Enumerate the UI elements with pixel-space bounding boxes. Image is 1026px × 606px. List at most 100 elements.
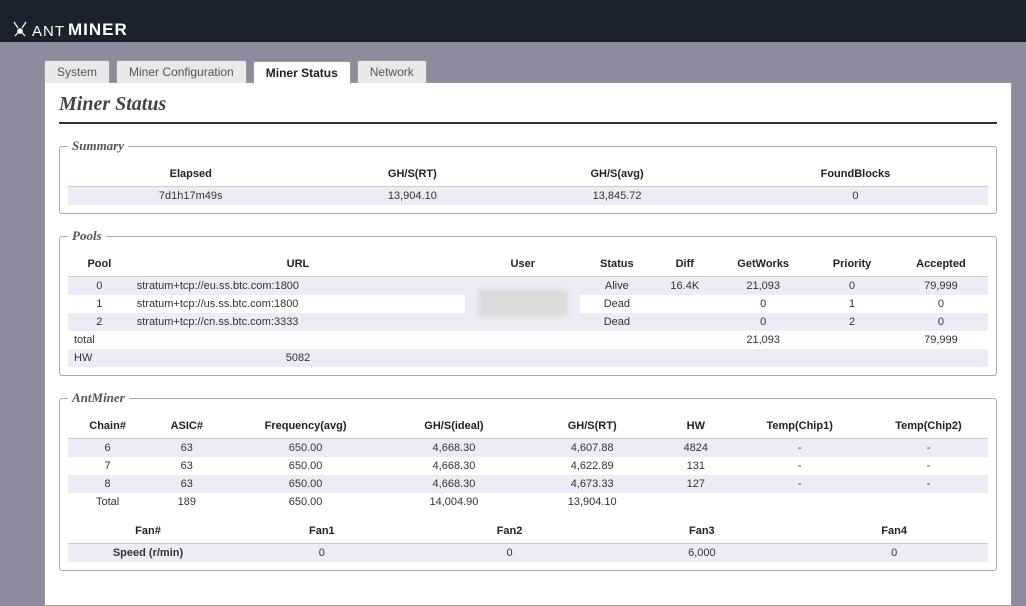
tab-network[interactable]: Network bbox=[357, 60, 427, 83]
th-diff: Diff bbox=[653, 252, 716, 277]
th: HW bbox=[661, 414, 730, 439]
cell bbox=[465, 349, 580, 367]
cell: 0 bbox=[810, 277, 894, 296]
cell: 7 bbox=[68, 457, 147, 475]
th-foundblocks: FoundBlocks bbox=[723, 162, 988, 187]
th-user: User bbox=[465, 252, 580, 277]
fans-table: Fan# Fan1 Fan2 Fan3 Fan4 Speed (r/min) 0… bbox=[68, 519, 988, 562]
cell: stratum+tcp://cn.ss.btc.com:3333 bbox=[131, 313, 466, 331]
th-getworks: GetWorks bbox=[716, 252, 810, 277]
cell-user-redacted bbox=[465, 277, 580, 332]
cell: 16.4K bbox=[653, 277, 716, 296]
antminer-section: AntMiner Chain# ASIC# Frequency(avg) GH/… bbox=[59, 390, 997, 571]
cell: 4,668.30 bbox=[385, 439, 523, 458]
cell: 650.00 bbox=[226, 439, 384, 458]
ant-icon bbox=[10, 20, 30, 38]
cell-foundblocks: 0 bbox=[723, 187, 988, 206]
cell: Speed (r/min) bbox=[68, 544, 228, 563]
summary-legend: Summary bbox=[68, 138, 128, 154]
table-row: Speed (r/min) 0 0 6,000 0 bbox=[68, 544, 988, 563]
cell: stratum+tcp://eu.ss.btc.com:1800 bbox=[131, 277, 466, 296]
th-ghs-avg: GH/S(avg) bbox=[511, 162, 723, 187]
cell: 0 bbox=[716, 295, 810, 313]
cell: - bbox=[730, 457, 869, 475]
cell: 2 bbox=[810, 313, 894, 331]
th-pool: Pool bbox=[68, 252, 131, 277]
th: GH/S(ideal) bbox=[385, 414, 523, 439]
cell: 1 bbox=[68, 295, 131, 313]
cell: 0 bbox=[894, 295, 988, 313]
cell: - bbox=[869, 439, 988, 458]
cell: 4,607.88 bbox=[523, 439, 661, 458]
pools-table: Pool URL User Status Diff GetWorks Prior… bbox=[68, 252, 988, 367]
chains-table: Chain# ASIC# Frequency(avg) GH/S(ideal) … bbox=[68, 414, 988, 511]
cell: 6,000 bbox=[603, 544, 800, 563]
cell: 8 bbox=[68, 475, 147, 493]
cell: 63 bbox=[147, 475, 226, 493]
cell: 189 bbox=[147, 493, 226, 511]
th: Fan2 bbox=[416, 519, 604, 544]
cell bbox=[131, 331, 466, 349]
tab-miner-status[interactable]: Miner Status bbox=[253, 61, 351, 84]
cell: 0 bbox=[716, 313, 810, 331]
tab-miner-configuration[interactable]: Miner Configuration bbox=[116, 60, 247, 83]
cell bbox=[716, 349, 810, 367]
cell: Dead bbox=[580, 295, 653, 313]
cell: 14,004.90 bbox=[385, 493, 523, 511]
cell: 4,668.30 bbox=[385, 475, 523, 493]
cell: 79,999 bbox=[894, 277, 988, 296]
cell: - bbox=[730, 475, 869, 493]
th: GH/S(RT) bbox=[523, 414, 661, 439]
cell bbox=[653, 295, 716, 313]
cell: - bbox=[730, 439, 869, 458]
summary-section: Summary Elapsed GH/S(RT) GH/S(avg) Found… bbox=[59, 138, 997, 214]
th-ghs-rt: GH/S(RT) bbox=[313, 162, 511, 187]
cell bbox=[730, 493, 869, 511]
brand-text-1: ANT bbox=[32, 23, 65, 40]
th: Frequency(avg) bbox=[226, 414, 384, 439]
tab-system[interactable]: System bbox=[44, 60, 110, 83]
pools-legend: Pools bbox=[68, 228, 106, 244]
cell bbox=[869, 493, 988, 511]
pools-section: Pools Pool URL User Status Diff GetWorks… bbox=[59, 228, 997, 376]
cell-elapsed: 7d1h17m49s bbox=[68, 187, 313, 206]
cell bbox=[580, 331, 653, 349]
cell bbox=[810, 349, 894, 367]
table-row: 7 63 650.00 4,668.30 4,622.89 131 - - bbox=[68, 457, 988, 475]
cell: Dead bbox=[580, 313, 653, 331]
cell: 0 bbox=[894, 313, 988, 331]
cell: 4,673.33 bbox=[523, 475, 661, 493]
cell: 650.00 bbox=[226, 493, 384, 511]
th-url: URL bbox=[131, 252, 466, 277]
cell: 63 bbox=[147, 439, 226, 458]
cell: 131 bbox=[661, 457, 730, 475]
cell: 0 bbox=[800, 544, 988, 563]
cell bbox=[810, 331, 894, 349]
cell: 6 bbox=[68, 439, 147, 458]
table-row: 8 63 650.00 4,668.30 4,673.33 127 - - bbox=[68, 475, 988, 493]
table-row-total: total 21,093 79,999 bbox=[68, 331, 988, 349]
cell: 650.00 bbox=[226, 457, 384, 475]
cell: 0 bbox=[416, 544, 604, 563]
page-title: Miner Status bbox=[59, 93, 997, 124]
cell: 127 bbox=[661, 475, 730, 493]
cell bbox=[580, 349, 653, 367]
th-status: Status bbox=[580, 252, 653, 277]
cell: 0 bbox=[228, 544, 416, 563]
th: Temp(Chip1) bbox=[730, 414, 869, 439]
table-row-total: Total 189 650.00 14,004.90 13,904.10 bbox=[68, 493, 988, 511]
th-priority: Priority bbox=[810, 252, 894, 277]
brand-text-2: MINER bbox=[68, 20, 128, 40]
table-row-hw: HW 5082 bbox=[68, 349, 988, 367]
cell bbox=[653, 331, 716, 349]
cell: 21,093 bbox=[716, 331, 810, 349]
cell: 5082 bbox=[131, 349, 466, 367]
cell: 4,622.89 bbox=[523, 457, 661, 475]
th-accepted: Accepted bbox=[894, 252, 988, 277]
th: Fan# bbox=[68, 519, 228, 544]
cell: 79,999 bbox=[894, 331, 988, 349]
table-row: 0 stratum+tcp://eu.ss.btc.com:1800 Alive… bbox=[68, 277, 988, 296]
th: Fan1 bbox=[228, 519, 416, 544]
cell bbox=[894, 349, 988, 367]
cell-ghs-avg: 13,845.72 bbox=[511, 187, 723, 206]
